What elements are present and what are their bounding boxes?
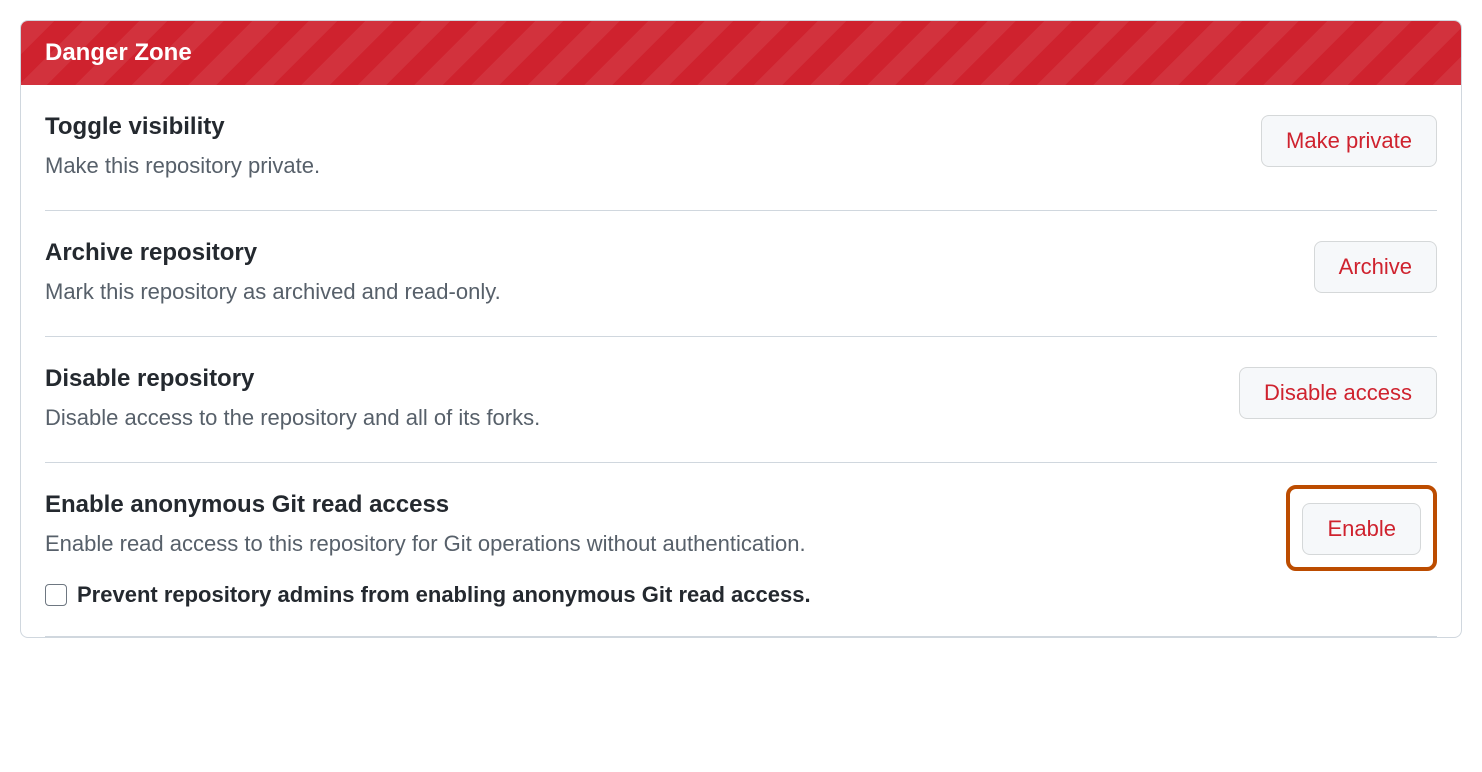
archive-repo-text: Archive repository Mark this repository … xyxy=(45,239,1314,308)
disable-access-button[interactable]: Disable access xyxy=(1239,367,1437,419)
toggle-visibility-desc: Make this repository private. xyxy=(45,149,1241,182)
prevent-admins-row: Prevent repository admins from enabling … xyxy=(45,582,1266,608)
anon-git-desc: Enable read access to this repository fo… xyxy=(45,527,1266,560)
enable-anon-git-button[interactable]: Enable xyxy=(1302,503,1421,555)
anon-git-title: Enable anonymous Git read access xyxy=(45,491,1266,519)
anon-git-row: Enable anonymous Git read access Enable … xyxy=(45,463,1437,637)
prevent-admins-checkbox[interactable] xyxy=(45,584,67,606)
archive-repo-desc: Mark this repository as archived and rea… xyxy=(45,275,1294,308)
enable-button-highlight: Enable xyxy=(1286,485,1437,571)
archive-repo-row: Archive repository Mark this repository … xyxy=(45,211,1437,337)
disable-repo-text: Disable repository Disable access to the… xyxy=(45,365,1239,434)
anon-git-text: Enable anonymous Git read access Enable … xyxy=(45,491,1286,608)
danger-zone-panel: Danger Zone Toggle visibility Make this … xyxy=(20,20,1462,638)
disable-repo-title: Disable repository xyxy=(45,365,1219,393)
toggle-visibility-title: Toggle visibility xyxy=(45,113,1241,141)
disable-repo-desc: Disable access to the repository and all… xyxy=(45,401,1219,434)
danger-zone-header: Danger Zone xyxy=(21,21,1461,85)
disable-repo-row: Disable repository Disable access to the… xyxy=(45,337,1437,463)
danger-zone-title: Danger Zone xyxy=(45,39,192,66)
toggle-visibility-text: Toggle visibility Make this repository p… xyxy=(45,113,1261,182)
toggle-visibility-row: Toggle visibility Make this repository p… xyxy=(45,85,1437,211)
prevent-admins-label[interactable]: Prevent repository admins from enabling … xyxy=(77,582,811,608)
archive-button[interactable]: Archive xyxy=(1314,241,1437,293)
danger-zone-body: Toggle visibility Make this repository p… xyxy=(21,85,1461,637)
make-private-button[interactable]: Make private xyxy=(1261,115,1437,167)
archive-repo-title: Archive repository xyxy=(45,239,1294,267)
